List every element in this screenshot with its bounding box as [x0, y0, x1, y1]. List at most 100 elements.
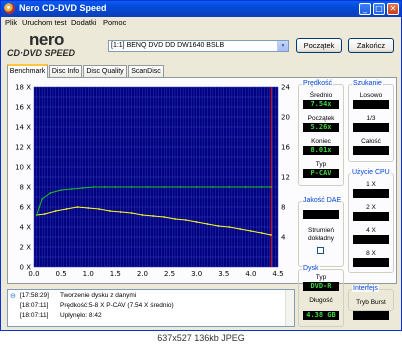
menu-extras[interactable]: Dodatki [71, 18, 96, 27]
cpu-4x-label: 4 X [366, 227, 376, 234]
series-point-0 [130, 212, 133, 214]
log-entry: [18:07:11] Prędkość:5-8 X P-CAV (7.54 X ś… [20, 302, 174, 309]
series-point-0 [98, 208, 100, 210]
drive-select-value: [1:1] BENQ DVD DD DW1640 BSLB [111, 42, 225, 49]
event-log[interactable]: ⊖ [17:58:29] Tworzenie dysku z danymi [18… [7, 289, 295, 327]
log-entry-text: Prędkość:5-8 X P-CAV (7.54 X średnio) [60, 302, 174, 309]
y-left-tick-label: 10 X [15, 164, 31, 172]
series-point-1 [270, 186, 272, 188]
log-entry: [17:58:29] Tworzenie dysku z danymi [20, 292, 136, 299]
image-caption: 637x527 136kb JPEG [157, 333, 245, 343]
series-point-1 [260, 186, 263, 188]
series-point-1 [130, 186, 133, 188]
series-point-0 [217, 225, 220, 227]
series-point-0 [43, 213, 46, 215]
y-left-tick-label: 8 X [20, 184, 32, 192]
disc-length-value: 4.38 GB [303, 311, 339, 320]
series-point-0 [184, 219, 187, 221]
minimize-button[interactable]: _ [359, 3, 371, 15]
cpu-2x-label: 2 X [366, 204, 376, 211]
benchmark-chart: 18 X 16 X 14 X 12 X 10 X8 X6 X4 X2 X0 X 24 20 1… [10, 79, 298, 285]
nero-app-icon [4, 3, 15, 14]
dae-value [303, 210, 339, 219]
tab-disc-quality[interactable]: Disc Quality [83, 65, 127, 77]
speed-type-value: P-CAV [303, 169, 339, 178]
disc-group-title: Dysk [302, 265, 320, 272]
y-left-tick-label: 4 X [20, 224, 32, 232]
series-point-0 [249, 230, 252, 232]
tab-disc-info[interactable]: Disc Info [49, 65, 82, 77]
speed-type-label: Typ [315, 161, 327, 168]
benchmark-chart-svg: 18 X16 X14 X12 X10 X8 X6 X4 X2 X0 X24201… [15, 84, 290, 279]
seek-third-label: 1/3 [366, 115, 376, 122]
cpu-8x-value [353, 258, 389, 267]
log-entry-time: [18:07:11] [20, 302, 49, 309]
maximize-button[interactable]: □ [373, 3, 385, 15]
y-left-tick-label: 18 X [15, 84, 31, 92]
x-tick-label: 4.0 [245, 270, 256, 278]
dae-group-title: Jakość DAE [302, 197, 343, 204]
series-point-1 [179, 186, 182, 188]
series-point-0 [195, 221, 198, 223]
series-point-1 [244, 186, 247, 188]
series-point-0 [174, 218, 176, 220]
y-right-tick-label: 24 [281, 84, 290, 92]
y-right-tick-label: 4 [281, 234, 286, 242]
tab-benchmark[interactable]: Benchmark [7, 64, 48, 78]
accurate-stream-label: Strumień dokładny [307, 227, 335, 242]
series-point-1 [114, 186, 117, 188]
series-point-0 [109, 210, 111, 212]
burst-mode-value [353, 311, 389, 320]
x-tick-label: 0.5 [56, 270, 67, 278]
drive-select[interactable]: [1:1] BENQ DVD DD DW1640 BSLB ▼ [108, 40, 289, 52]
cpu-1x-label: 1 X [366, 181, 376, 188]
series-point-0 [54, 210, 57, 212]
x-tick-label: 0.0 [28, 270, 39, 278]
close-button[interactable]: ✕ [387, 3, 399, 15]
accurate-stream-checkbox[interactable] [317, 247, 324, 254]
x-tick-label: 3.0 [191, 270, 202, 278]
collapse-icon[interactable]: ⊖ [10, 292, 16, 300]
series-point-1 [163, 186, 166, 188]
series-point-0 [76, 206, 79, 208]
series-point-0 [239, 228, 241, 230]
disc-length-label: Długość [309, 297, 333, 304]
logo-subtitle: CD·DVD SPEED [7, 48, 76, 58]
chevron-down-icon[interactable]: ▼ [277, 41, 288, 51]
log-entry-time: [17:58:29] [20, 292, 49, 299]
start-speed-value: 5.26x [303, 123, 339, 132]
x-tick-label: 2.5 [164, 270, 175, 278]
series-point-1 [38, 206, 41, 208]
y-left-tick-label: 12 X [15, 144, 31, 152]
cpu-4x-value [353, 235, 389, 244]
menu-run-test[interactable]: Uruchom test [22, 18, 67, 27]
tab-scandisc[interactable]: ScanDisc [128, 65, 164, 77]
y-right-tick-label: 20 [281, 114, 290, 122]
menu-file[interactable]: Plik [5, 18, 17, 27]
x-tick-label: 1.0 [83, 270, 94, 278]
average-value: 7.54x [303, 100, 339, 109]
logo-nero-text: nero [29, 30, 64, 49]
seek-group-title: Szukanie [352, 80, 383, 87]
log-entry-text: Tworzenie dysku z danymi [60, 292, 137, 299]
seek-third-value [353, 123, 389, 132]
menu-bar: Plik Uruchom test Dodatki Pomoc [1, 17, 401, 29]
exit-button[interactable]: Zakończ [348, 38, 394, 53]
series-point-1 [103, 186, 106, 188]
seek-full-label: Całość [361, 138, 381, 145]
end-speed-value: 8.01x [303, 146, 339, 155]
menu-help[interactable]: Pomoc [103, 18, 126, 27]
series-point-1 [41, 198, 44, 200]
y-right-tick-label: 12 [281, 174, 290, 182]
series-point-0 [152, 215, 155, 217]
x-tick-label: 1.5 [110, 270, 121, 278]
series-point-1 [81, 187, 84, 189]
cpu-1x-value [353, 189, 389, 198]
series-point-1 [146, 186, 149, 188]
start-speed-label: Początek [307, 115, 335, 122]
log-scrollbar[interactable] [285, 290, 294, 326]
series-point-1 [195, 186, 198, 188]
start-button[interactable]: Początek [296, 38, 342, 53]
seek-full-value [353, 146, 389, 155]
speed-group-title: Prędkość [302, 80, 334, 87]
